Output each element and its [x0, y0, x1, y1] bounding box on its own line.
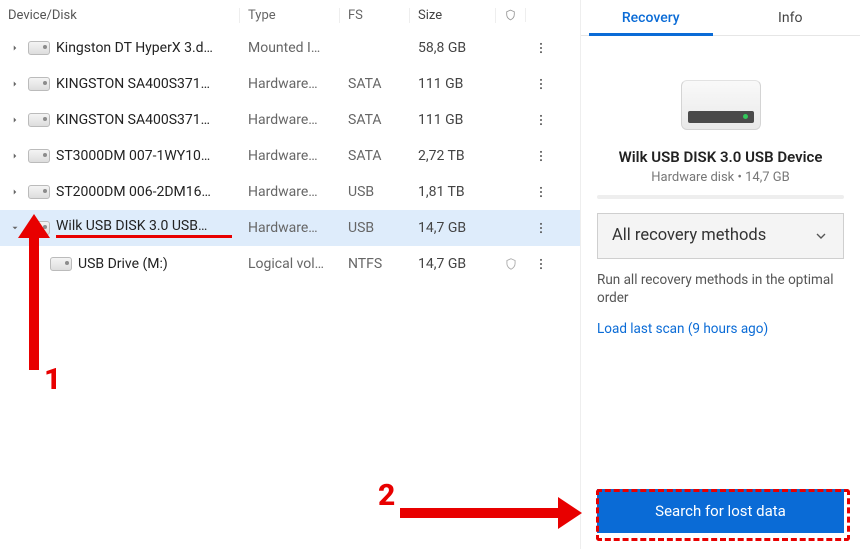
- cell-fs: SATA: [340, 148, 410, 164]
- side-subtitle: Hardware disk • 14,7 GB: [597, 170, 844, 185]
- disk-icon: [28, 113, 50, 127]
- table-header: Device/Disk Type FS Size: [0, 0, 580, 30]
- chevron-down-icon: [813, 228, 829, 244]
- disk-icon: [28, 41, 50, 55]
- cell-type: Hardware…: [240, 76, 340, 92]
- row-menu-button[interactable]: [526, 256, 556, 272]
- cell-size: 111 GB: [410, 76, 496, 92]
- cell-size: 58,8 GB: [410, 40, 496, 56]
- cell-type: Hardware…: [240, 112, 340, 128]
- search-lost-data-button[interactable]: Search for lost data: [597, 489, 844, 533]
- disk-icon: [28, 185, 50, 199]
- cell-device: Kingston DT HyperX 3.d…: [0, 40, 240, 56]
- load-last-scan-link[interactable]: Load last scan (9 hours ago): [597, 321, 844, 337]
- tab-info[interactable]: Info: [721, 0, 860, 35]
- table-row[interactable]: ST3000DM 007-1WY10… Hardware…SATA2,72 TB: [0, 138, 580, 174]
- cell-device: KINGSTON SA400S371…: [0, 76, 240, 92]
- table-row[interactable]: ST2000DM 006-2DM16… Hardware…USB1,81 TB: [0, 174, 580, 210]
- col-type[interactable]: Type: [240, 8, 340, 23]
- cell-type: Mounted I…: [240, 40, 340, 56]
- scan-progress: [597, 195, 844, 199]
- device-name: KINGSTON SA400S371…: [56, 112, 232, 128]
- cell-type: Hardware…: [240, 184, 340, 200]
- chevron-right-icon[interactable]: [8, 41, 22, 55]
- cell-fs: USB: [340, 184, 410, 200]
- device-name: Wilk USB DISK 3.0 USB…: [56, 218, 232, 238]
- row-menu-button[interactable]: [526, 76, 556, 92]
- tab-recovery[interactable]: Recovery: [581, 0, 721, 35]
- recovery-method-desc: Run all recovery methods in the optimal …: [597, 271, 844, 307]
- row-menu-button[interactable]: [526, 184, 556, 200]
- device-name: ST2000DM 006-2DM16…: [56, 184, 232, 200]
- cell-size: 1,81 TB: [410, 184, 496, 200]
- device-name: ST3000DM 007-1WY10…: [56, 148, 232, 164]
- cell-device: ST2000DM 006-2DM16…: [0, 184, 240, 200]
- table-row[interactable]: Kingston DT HyperX 3.d… Mounted I… 58,8 GB: [0, 30, 580, 66]
- col-protection[interactable]: [496, 8, 526, 22]
- device-table: Device/Disk Type FS Size Kingston DT Hyp…: [0, 0, 580, 549]
- side-panel: Recovery Info Wilk USB DISK 3.0 USB Devi…: [580, 0, 860, 549]
- cell-fs: SATA: [340, 112, 410, 128]
- table-row[interactable]: KINGSTON SA400S371… Hardware…SATA111 GB: [0, 102, 580, 138]
- disk-icon: [28, 149, 50, 163]
- cell-size: 14,7 GB: [410, 256, 496, 272]
- row-menu-button[interactable]: [526, 40, 556, 56]
- device-name: KINGSTON SA400S371…: [56, 76, 232, 92]
- cell-size: 2,72 TB: [410, 148, 496, 164]
- device-name: USB Drive (M:): [78, 256, 232, 272]
- row-menu-button[interactable]: [526, 148, 556, 164]
- chevron-right-icon[interactable]: [8, 185, 22, 199]
- shield-icon: [504, 8, 517, 22]
- cell-type: Logical vol…: [240, 256, 340, 272]
- chevron-right-icon[interactable]: [8, 113, 22, 127]
- table-row[interactable]: Wilk USB DISK 3.0 USB… Hardware…USB14,7 G…: [0, 210, 580, 246]
- device-name: Kingston DT HyperX 3.d…: [56, 40, 232, 56]
- side-tabs: Recovery Info: [581, 0, 860, 36]
- cell-fs: NTFS: [340, 256, 410, 272]
- cell-device: Wilk USB DISK 3.0 USB…: [0, 218, 240, 238]
- recovery-method-label: All recovery methods: [612, 226, 766, 245]
- col-fs[interactable]: FS: [340, 8, 410, 23]
- recovery-method-select[interactable]: All recovery methods: [597, 213, 844, 259]
- cell-device: KINGSTON SA400S371…: [0, 112, 240, 128]
- chevron-down-icon[interactable]: [8, 221, 22, 235]
- col-device[interactable]: Device/Disk: [0, 8, 240, 23]
- disk-hero-icon: [681, 80, 761, 130]
- col-size[interactable]: Size: [410, 8, 496, 23]
- chevron-right-icon[interactable]: [8, 149, 22, 163]
- disk-icon: [50, 257, 72, 271]
- cell-device: USB Drive (M:): [0, 256, 240, 272]
- table-row[interactable]: USB Drive (M:) Logical vol…NTFS14,7 GB: [0, 246, 580, 282]
- side-title: Wilk USB DISK 3.0 USB Device: [597, 148, 844, 168]
- cell-size: 111 GB: [410, 112, 496, 128]
- row-menu-button[interactable]: [526, 112, 556, 128]
- cell-type: Hardware…: [240, 148, 340, 164]
- cell-fs: SATA: [340, 76, 410, 92]
- chevron-right-icon[interactable]: [8, 77, 22, 91]
- cell-protection: [496, 257, 526, 271]
- disk-icon: [28, 77, 50, 91]
- cell-size: 14,7 GB: [410, 220, 496, 236]
- cell-fs: USB: [340, 220, 410, 236]
- table-row[interactable]: KINGSTON SA400S371… Hardware…SATA111 GB: [0, 66, 580, 102]
- disk-icon: [28, 221, 50, 235]
- cell-type: Hardware…: [240, 220, 340, 236]
- row-menu-button[interactable]: [526, 220, 556, 236]
- cell-device: ST3000DM 007-1WY10…: [0, 148, 240, 164]
